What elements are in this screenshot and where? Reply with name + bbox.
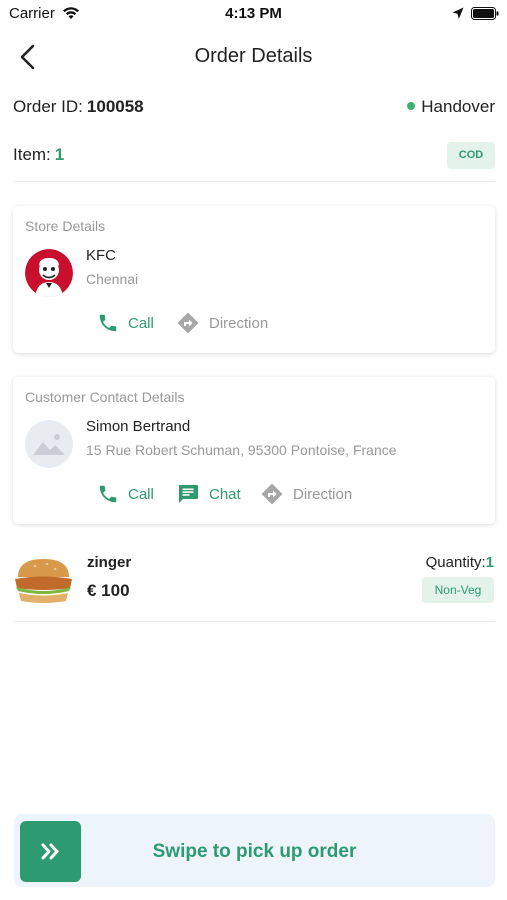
item-quantity: Quantity:1 <box>426 554 494 571</box>
image-placeholder-icon <box>25 420 73 468</box>
item-label: Item: <box>13 145 51 164</box>
store-city: Chennai <box>86 271 139 287</box>
burger-image <box>15 559 72 603</box>
customer-call-label: Call <box>128 485 154 503</box>
status-dot-icon <box>407 102 416 110</box>
payment-badge: COD <box>447 142 495 169</box>
store-call-label: Call <box>128 314 154 332</box>
customer-contact-card: Customer Contact Details Simon Bertrand … <box>13 377 495 524</box>
item-count-value: 1 <box>54 145 65 164</box>
order-id-value: 100058 <box>86 97 144 116</box>
order-id-label: Order ID: <box>13 97 83 116</box>
customer-name: Simon Bertrand <box>86 418 191 435</box>
store-details-card: Store Details KFC Chennai Call Direction <box>13 206 495 353</box>
store-logo <box>25 249 73 297</box>
phone-icon <box>99 485 117 503</box>
phone-icon <box>99 314 117 332</box>
clock: 4:13 PM <box>225 5 282 22</box>
battery-icon <box>471 7 499 20</box>
order-status: Handover <box>407 97 495 117</box>
customer-address: 15 Rue Robert Schuman, 95300 Pontoise, F… <box>86 442 397 458</box>
order-status-label: Handover <box>421 97 495 116</box>
store-section-title: Store Details <box>25 218 106 234</box>
store-name: KFC <box>86 247 116 264</box>
nav-bar: Order Details <box>0 34 507 78</box>
store-direction-button[interactable]: Direction <box>176 310 268 336</box>
page-title: Order Details <box>194 45 313 67</box>
chat-icon <box>179 485 198 503</box>
customer-avatar <box>25 420 73 468</box>
swipe-label: Swipe to pick up order <box>152 841 357 862</box>
store-direction-label: Direction <box>209 314 269 332</box>
quantity-label: Quantity: <box>425 554 486 571</box>
divider <box>13 181 495 182</box>
direction-icon <box>177 312 199 334</box>
item-type-badge: Non-Veg <box>422 577 494 603</box>
item-name: zinger <box>87 554 132 571</box>
customer-direction-label: Direction <box>293 485 353 503</box>
customer-section-title: Customer Contact Details <box>25 389 185 405</box>
customer-chat-label: Chat <box>209 485 241 503</box>
swipe-to-pickup-track[interactable]: Swipe to pick up order <box>14 814 495 887</box>
order-id-row: Order ID: 100058 Handover <box>13 97 495 121</box>
item-count-row: Item: 1 COD <box>13 142 495 169</box>
customer-direction-button[interactable]: Direction <box>260 481 352 507</box>
direction-icon <box>261 483 283 505</box>
customer-chat-button[interactable]: Chat <box>176 481 241 507</box>
kfc-logo-icon <box>25 249 73 297</box>
customer-call-button[interactable]: Call <box>97 481 154 507</box>
store-call-button[interactable]: Call <box>97 310 154 336</box>
status-bar: Carrier 4:13 PM <box>0 0 507 28</box>
location-arrow-icon <box>452 7 464 19</box>
quantity-value: 1 <box>485 554 494 571</box>
item-price: € 100 <box>87 581 130 600</box>
divider <box>13 621 495 622</box>
